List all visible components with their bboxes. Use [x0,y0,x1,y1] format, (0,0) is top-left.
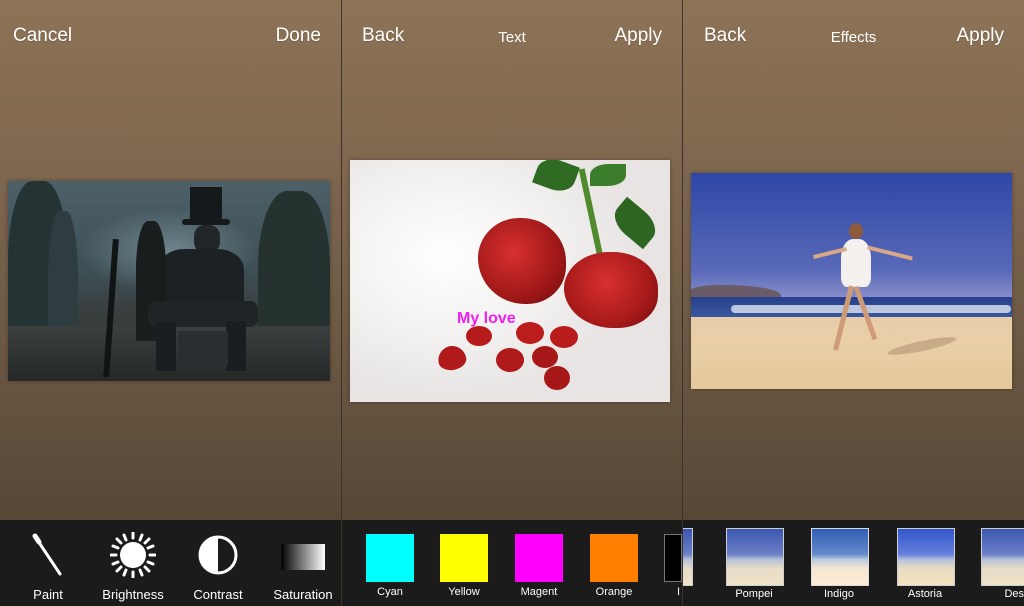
effect-thumbnail-astoria[interactable] [897,528,955,586]
sun-icon [110,532,156,578]
magenta-label: Magent [520,586,558,598]
cancel-button[interactable]: Cancel [13,25,72,47]
apply-button[interactable]: Apply [614,25,662,47]
saturation-label: Saturation [273,587,333,602]
brightness-label: Brightness [102,587,164,602]
contrast-label: Contrast [193,587,243,602]
black-label: I [676,586,680,598]
cyan-label: Cyan [377,586,403,598]
apply-button[interactable]: Apply [956,25,1004,47]
color-swatch-magenta[interactable] [515,534,563,582]
overlay-text[interactable]: My love [457,310,516,328]
des-label: Des [1004,588,1024,600]
adjust-nav-bar: Cancel Done [0,0,341,72]
effect-thumbnail-indigo[interactable] [811,528,869,586]
contrast-icon [198,535,238,575]
effect-thumbnail-pompei[interactable] [726,528,784,586]
photo-preview-man-in-forest [8,181,330,381]
photo-preview-roses: My love [350,160,670,402]
adjust-toolbar: Paint Brightness Contrast Saturation [0,520,341,606]
effect-thumbnail-partial[interactable] [683,528,693,586]
effects-toolbar: Pompei Indigo Astoria Des [683,520,1024,606]
color-toolbar: Cyan Yellow Magent Orange I [342,520,682,606]
pompei-label: Pompei [735,588,773,600]
adjust-panel: Cancel Done Paint Brightness Contrast Sa… [0,0,341,606]
color-swatch-black[interactable] [664,534,682,582]
yellow-label: Yellow [448,586,480,598]
effects-panel: Back Effects Apply Pompei Indigo Astoria… [683,0,1024,606]
paint-label: Paint [33,587,63,602]
paint-brush-icon [32,533,62,576]
indigo-label: Indigo [824,588,854,600]
effect-thumbnail-des[interactable] [981,528,1024,586]
color-swatch-cyan[interactable] [366,534,414,582]
astoria-label: Astoria [907,588,943,600]
color-swatch-yellow[interactable] [440,534,488,582]
color-swatch-orange[interactable] [590,534,638,582]
text-nav-bar: Back Text Apply [342,0,682,72]
effects-nav-bar: Back Effects Apply [683,0,1024,72]
text-panel: Back Text Apply My love Cyan Yellow Mage… [342,0,682,606]
saturation-gradient-icon [281,544,325,570]
photo-preview-beach [691,173,1012,389]
done-button[interactable]: Done [276,25,321,47]
